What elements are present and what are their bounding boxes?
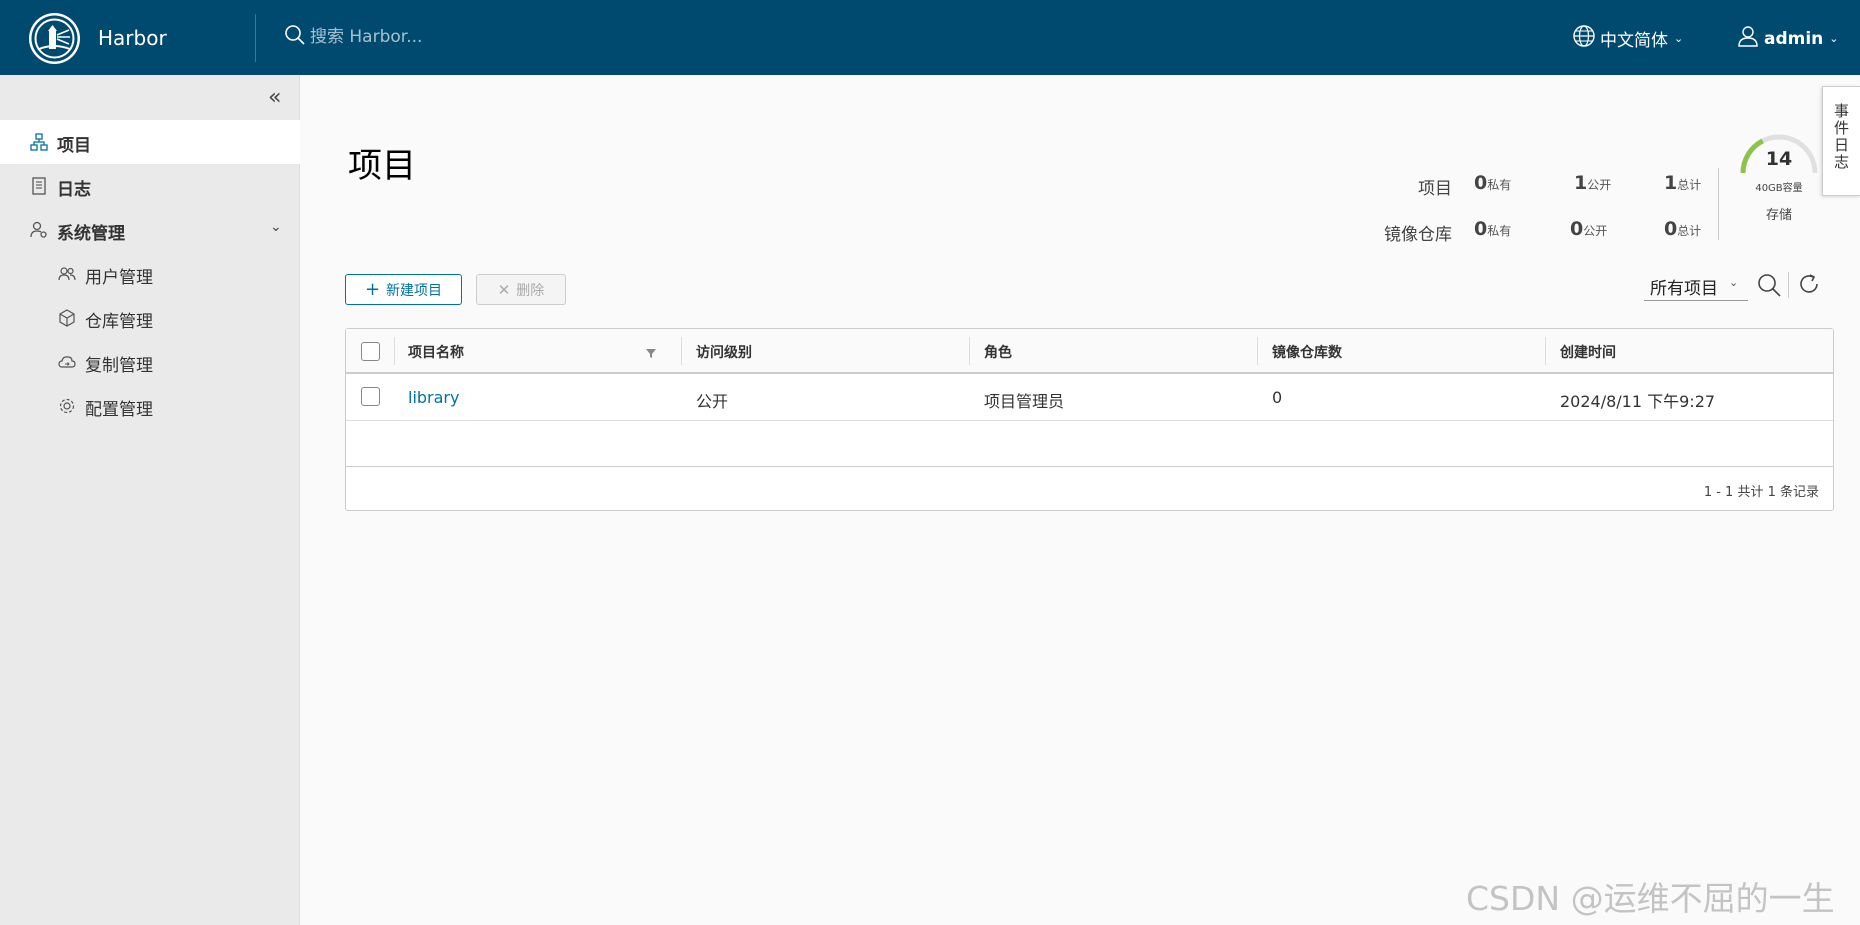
storage-capacity: 40GB容量	[1755, 183, 1803, 194]
new-project-button[interactable]: + 新建项目	[345, 274, 462, 305]
replication-icon	[58, 353, 76, 371]
sidebar-item-administration[interactable]: 系统管理 ⌄	[0, 208, 300, 252]
project-name-link[interactable]: library	[408, 388, 459, 407]
plus-icon: +	[364, 278, 381, 300]
refresh-icon[interactable]	[1797, 272, 1821, 300]
language-selector[interactable]: 中文简体 ⌄	[1572, 24, 1683, 53]
event-log-tab[interactable]: 事件日志	[1822, 86, 1860, 196]
stat-private: 0私有	[1474, 172, 1512, 194]
column-divider	[969, 337, 970, 365]
sidebar-item-users[interactable]: 用户管理	[0, 252, 300, 296]
sidebar-item-label: 系统管理	[57, 224, 125, 244]
storage-count: 14	[1765, 148, 1793, 170]
language-label: 中文简体	[1600, 31, 1668, 51]
sidebar-item-configuration[interactable]: 配置管理	[0, 384, 300, 428]
global-search[interactable]	[284, 24, 610, 50]
harbor-logo-icon	[29, 12, 80, 64]
brand-name: Harbor	[98, 26, 167, 50]
table-footer: 1 - 1 共计 1 条记录	[346, 466, 1833, 510]
column-divider	[1257, 337, 1258, 365]
collapse-sidebar-icon[interactable]: «	[268, 85, 281, 110]
stat-total: 1总计	[1664, 172, 1702, 194]
delete-label: 删除	[516, 282, 545, 299]
pagination-info: 1 - 1 共计 1 条记录	[1703, 485, 1819, 500]
stat-row-label: 镜像仓库	[1384, 225, 1452, 245]
storage-label: 存储	[1765, 208, 1792, 223]
filter-icon[interactable]	[644, 345, 658, 359]
column-header-repo-count[interactable]: 镜像仓库数	[1272, 342, 1342, 362]
users-icon	[58, 265, 76, 283]
search-icon[interactable]	[1756, 272, 1782, 302]
projects-stats-row: 项目 0私有 1公开 1总计	[1360, 168, 1720, 199]
search-icon	[284, 24, 306, 50]
brand[interactable]: Harbor	[29, 12, 167, 64]
stat-total: 0总计	[1664, 218, 1702, 240]
table-row: library 公开 项目管理员 0 2024/8/11 下午9:27	[346, 375, 1833, 421]
settings-icon	[58, 397, 76, 415]
log-icon	[30, 177, 48, 195]
globe-icon	[1572, 24, 1596, 53]
stat-private: 0私有	[1474, 218, 1512, 240]
event-log-label: 事件日志	[1832, 103, 1850, 171]
stat-row-label: 项目	[1418, 179, 1452, 199]
username: admin	[1764, 28, 1824, 49]
sidebar-item-label: 复制管理	[85, 356, 153, 376]
sidebar-item-projects[interactable]: 项目	[0, 120, 300, 164]
sidebar-item-logs[interactable]: 日志	[0, 164, 300, 208]
page-title: 项目	[348, 146, 416, 186]
column-divider	[1545, 337, 1546, 365]
sidebar-item-registries[interactable]: 仓库管理	[0, 296, 300, 340]
close-icon: ✕	[497, 280, 511, 299]
project-icon	[30, 133, 48, 151]
chevron-down-icon: ⌄	[1674, 32, 1684, 45]
role: 项目管理员	[984, 392, 1065, 411]
stat-public: 0公开	[1570, 218, 1608, 240]
toolbar-divider	[1788, 272, 1789, 298]
project-filter-value: 所有项目	[1650, 279, 1718, 299]
project-filter-select[interactable]: 所有项目 ⌄	[1644, 271, 1748, 301]
stat-public: 1公开	[1574, 172, 1612, 194]
column-header-role[interactable]: 角色	[984, 342, 1012, 362]
access-level: 公开	[696, 392, 729, 411]
repositories-stats-row: 镜像仓库 0私有 0公开 0总计	[1360, 214, 1720, 245]
chevron-down-icon: ⌄	[270, 219, 282, 235]
registry-icon	[58, 309, 76, 327]
column-header-name[interactable]: 项目名称	[408, 342, 464, 362]
creation-time: 2024/8/11 下午9:27	[1560, 392, 1716, 411]
top-navbar: Harbor 中文简体 ⌄ admin ⌄	[0, 0, 1860, 75]
sidebar-item-label: 项目	[57, 136, 91, 156]
select-all-checkbox[interactable]	[361, 342, 380, 361]
header-divider	[255, 14, 256, 62]
table-header: 项目名称 访问级别 角色 镜像仓库数 创建时间	[346, 329, 1833, 374]
storage-gauge: 14 40GB容量 存储	[1738, 128, 1820, 228]
sidebar: « 项目 日志 系统管理 ⌄ 用户管理 仓库管理 复制管理 配置管理	[0, 75, 300, 925]
project-summary: 项目 0私有 1公开 1总计 镜像仓库 0私有 0公开 0总计	[1360, 168, 1720, 258]
sidebar-item-label: 仓库管理	[85, 312, 153, 332]
column-header-access[interactable]: 访问级别	[696, 342, 752, 362]
sidebar-item-label: 日志	[57, 180, 91, 200]
chevron-down-icon: ⌄	[1829, 32, 1839, 45]
delete-button[interactable]: ✕ 删除	[476, 274, 566, 305]
new-project-label: 新建项目	[386, 282, 443, 299]
admin-icon	[30, 221, 48, 239]
sidebar-item-replications[interactable]: 复制管理	[0, 340, 300, 384]
stats-divider	[1718, 168, 1719, 240]
sidebar-item-label: 用户管理	[85, 268, 153, 288]
user-menu[interactable]: admin ⌄	[1736, 24, 1839, 53]
column-header-created[interactable]: 创建时间	[1560, 342, 1616, 362]
repo-count: 0	[1272, 388, 1283, 407]
column-divider	[394, 337, 395, 365]
sidebar-item-label: 配置管理	[85, 400, 153, 420]
projects-table: 项目名称 访问级别 角色 镜像仓库数 创建时间 library 公开 项目管理员…	[345, 328, 1834, 511]
row-checkbox[interactable]	[361, 387, 380, 406]
user-icon	[1736, 24, 1760, 53]
column-divider	[681, 337, 682, 365]
watermark: CSDN @运维不屈的一生	[1466, 879, 1835, 918]
search-input[interactable]	[310, 27, 610, 47]
chevron-down-icon: ⌄	[1729, 276, 1739, 289]
